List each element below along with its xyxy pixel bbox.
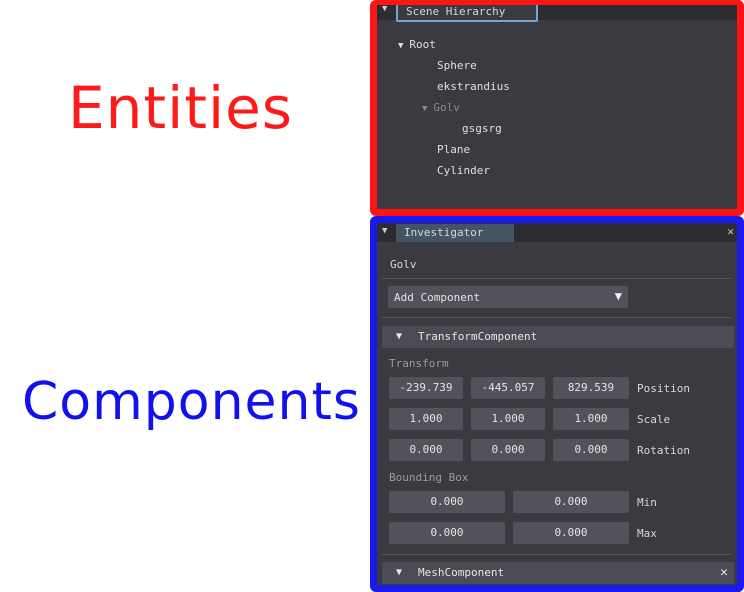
transform-component-header[interactable]: ▼ TransformComponent [382, 326, 734, 348]
add-component-label: Add Component [394, 291, 481, 304]
components-annotation: Components [22, 372, 361, 432]
tree-node-label: Root [409, 38, 436, 51]
mesh-component-header[interactable]: ▼ MeshComponent ✕ [382, 562, 734, 584]
divider [382, 317, 732, 318]
expand-arrow-icon[interactable]: ▼ [422, 104, 427, 114]
transform-component-title: TransformComponent [418, 330, 538, 343]
divider [382, 554, 732, 555]
tree-node-root[interactable]: ▼ Root [398, 38, 436, 51]
max-label: Max [637, 527, 657, 540]
bbox-max-a-field[interactable]: 0.000 [389, 522, 505, 544]
entities-annotation: Entities [68, 74, 294, 142]
close-icon[interactable]: ✕ [720, 565, 728, 580]
investigator-titlebar: ▼ Investigator ✕ [376, 222, 740, 242]
position-z-field[interactable]: 829.539 [553, 377, 629, 399]
position-y-field[interactable]: -445.057 [471, 377, 545, 399]
bbox-min-a-field[interactable]: 0.000 [389, 491, 505, 513]
scene-hierarchy-panel: ▼ Scene Hierarchy ▼ Root Sphere ekstrandi… [376, 0, 740, 210]
dropdown-arrow-icon: ▼ [614, 289, 622, 303]
entity-name: Golv [390, 258, 417, 271]
transform-section-label: Transform [389, 357, 449, 370]
rotation-label: Rotation [637, 444, 690, 457]
tab-scene-hierarchy[interactable]: Scene Hierarchy [396, 0, 538, 22]
position-label: Position [637, 382, 690, 395]
collapse-arrow-icon[interactable]: ▼ [382, 4, 387, 14]
collapse-arrow-icon[interactable]: ▼ [396, 331, 402, 342]
close-icon[interactable]: ✕ [727, 225, 734, 238]
scale-z-field[interactable]: 1.000 [553, 408, 629, 430]
tree-node-sphere[interactable]: Sphere [437, 59, 477, 72]
tree-node-ekstrandius[interactable]: ekstrandius [437, 80, 510, 93]
tree-node-plane[interactable]: Plane [437, 143, 470, 156]
collapse-arrow-icon[interactable]: ▼ [382, 226, 387, 236]
add-component-dropdown[interactable]: Add Component ▼ [388, 286, 628, 308]
rotation-z-field[interactable]: 0.000 [553, 439, 629, 461]
rotation-y-field[interactable]: 0.000 [471, 439, 545, 461]
divider [382, 278, 732, 279]
min-label: Min [637, 496, 657, 509]
scale-y-field[interactable]: 1.000 [471, 408, 545, 430]
scale-label: Scale [637, 413, 671, 426]
tab-investigator[interactable]: Investigator [396, 224, 514, 242]
tree-node-label: Golv [433, 101, 460, 114]
mesh-component-title: MeshComponent [418, 566, 505, 579]
investigator-panel: ▼ Investigator ✕ Golv Add Component ▼ ▼ … [376, 222, 740, 592]
bbox-min-b-field[interactable]: 0.000 [513, 491, 629, 513]
scale-x-field[interactable]: 1.000 [389, 408, 463, 430]
hierarchy-titlebar: ▼ Scene Hierarchy [376, 0, 740, 22]
tree-node-gsgsrg[interactable]: gsgsrg [462, 122, 502, 135]
tree-node-golv[interactable]: ▼ Golv [422, 101, 460, 114]
expand-arrow-icon[interactable]: ▼ [398, 41, 403, 51]
bounding-box-label: Bounding Box [389, 471, 469, 484]
collapse-arrow-icon[interactable]: ▼ [396, 567, 402, 578]
rotation-x-field[interactable]: 0.000 [389, 439, 463, 461]
tree-node-cylinder[interactable]: Cylinder [437, 164, 490, 177]
bbox-max-b-field[interactable]: 0.000 [513, 522, 629, 544]
position-x-field[interactable]: -239.739 [389, 377, 463, 399]
